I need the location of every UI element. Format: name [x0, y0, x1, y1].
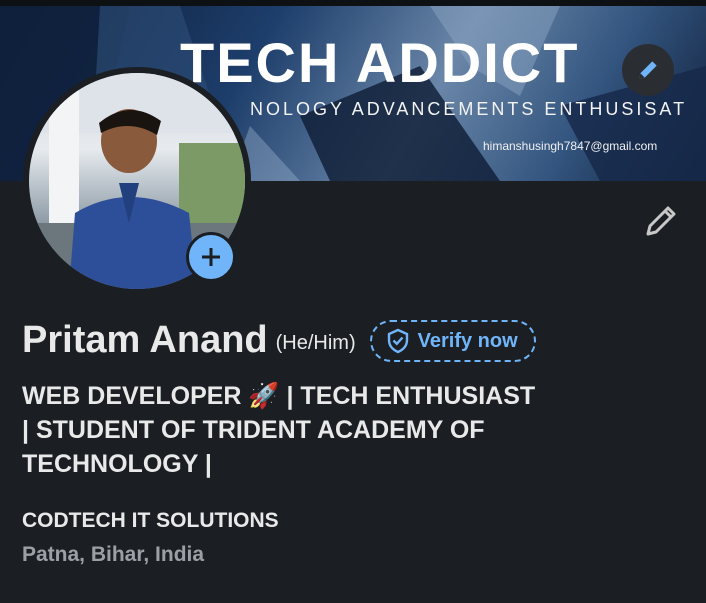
headline-line: WEB DEVELOPER 🚀 | TECH ENTHUSIAST	[22, 382, 536, 410]
profile-name: Pritam Anand	[22, 318, 268, 361]
pencil-icon	[639, 61, 657, 79]
banner-email: himanshusingh7847@gmail.com	[483, 139, 658, 153]
verify-now-button[interactable]: Verify now	[369, 320, 536, 362]
name-row: Pritam Anand (He/Him) Verify now	[22, 318, 536, 362]
current-company[interactable]: CODTECH IT SOLUTIONS	[22, 509, 279, 533]
pronouns: (He/Him)	[275, 331, 356, 354]
pencil-icon	[646, 206, 676, 236]
headline-line: TECHNOLOGY |	[22, 450, 212, 478]
shield-check-icon	[387, 328, 408, 354]
banner-title: TECH ADDICT	[180, 31, 580, 94]
verify-label: Verify now	[417, 329, 518, 352]
profile-headline: WEB DEVELOPER 🚀 | TECH ENTHUSIAST | STUD…	[22, 379, 592, 481]
headline-line: | STUDENT OF TRIDENT ACADEMY OF	[22, 416, 485, 444]
edit-profile-button[interactable]	[640, 202, 680, 242]
edit-banner-button[interactable]	[622, 44, 674, 96]
plus-icon	[202, 248, 220, 266]
location: Patna, Bihar, India	[22, 543, 205, 566]
add-photo-button[interactable]	[186, 232, 236, 282]
banner-subtitle: NOLOGY ADVANCEMENTS ENTHUSISAT	[250, 99, 688, 119]
